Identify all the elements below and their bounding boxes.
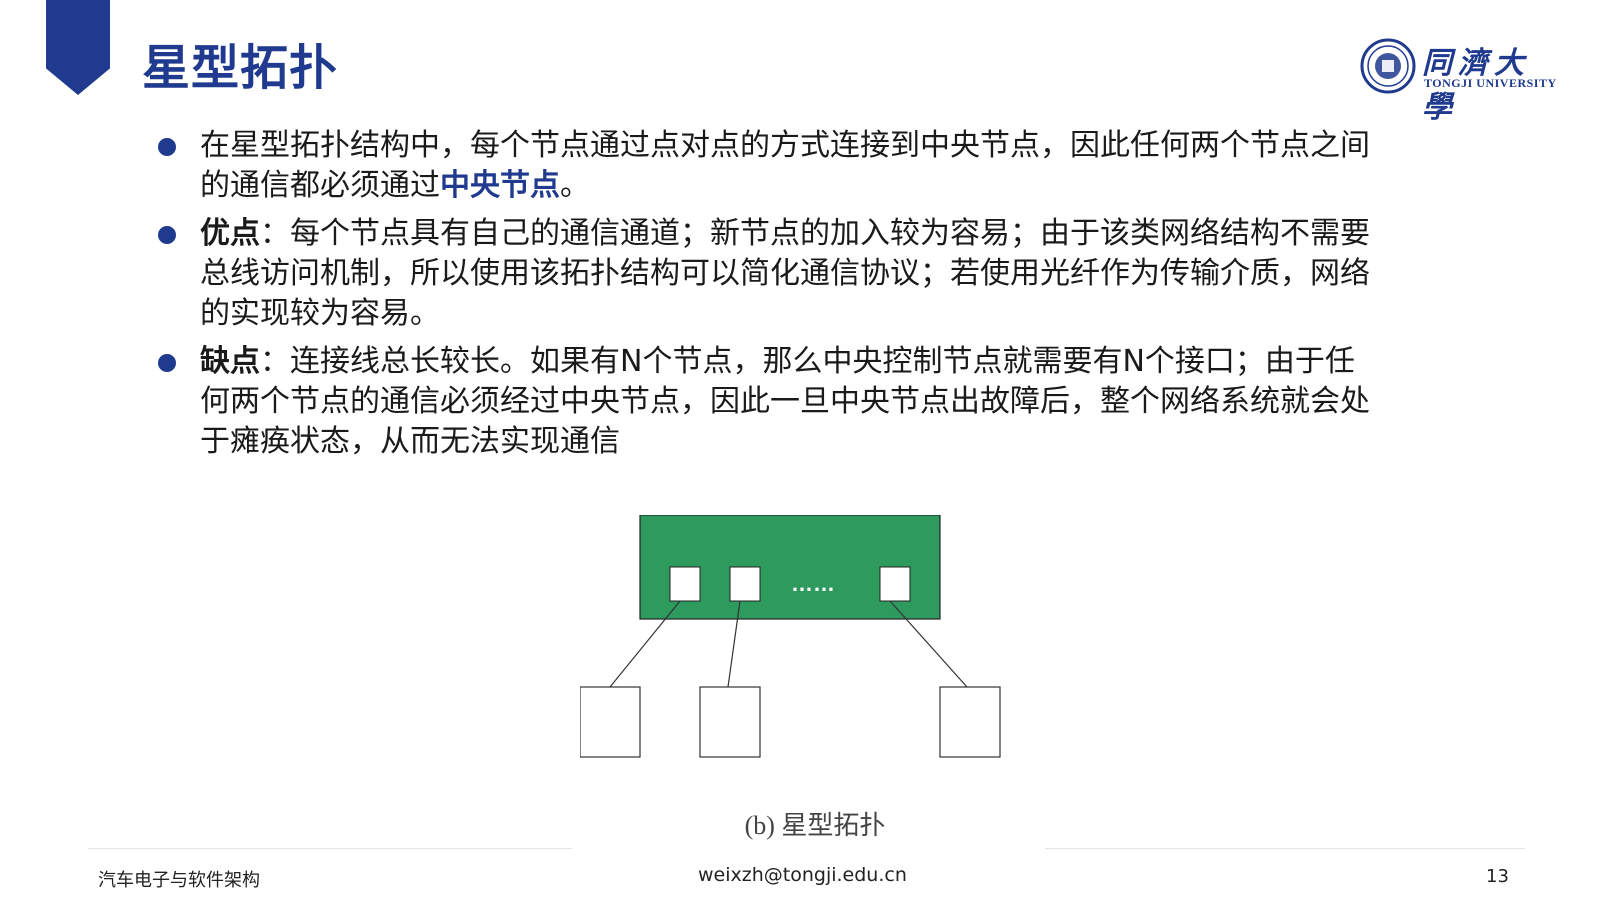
bullet-label: 优点	[200, 216, 260, 251]
bullet-dot-icon	[158, 226, 176, 244]
bullet-list: 在星型拓扑结构中，每个节点通过点对点的方式连接到中央节点，因此任何两个节点之间的…	[158, 126, 1378, 470]
footer-divider	[88, 848, 572, 849]
bullet-item-intro: 在星型拓扑结构中，每个节点通过点对点的方式连接到中央节点，因此任何两个节点之间的…	[158, 126, 1378, 206]
slide-title: 星型拓扑	[142, 40, 339, 96]
bullet-text: ：每个节点具有自己的通信通道；新节点的加入较为容易；由于该类网络结构不需要总线访…	[200, 216, 1370, 331]
hub-port	[879, 566, 911, 602]
bullet-text: ：连接线总长较长。如果有N个节点，那么中央控制节点就需要有N个接口；由于任何两个…	[200, 344, 1370, 459]
logo-name-en: TONGJI UNIVERSITY	[1424, 76, 1557, 90]
bullet-dot-icon	[158, 354, 176, 372]
university-logo: 同濟大學 TONGJI UNIVERSITY	[1360, 38, 1560, 125]
footer-email: weixzh@tongji.edu.cn	[698, 864, 907, 886]
station-node	[699, 686, 761, 758]
page-number: 13	[1486, 866, 1509, 887]
star-topology-diagram: ……	[580, 515, 1001, 758]
footer-divider	[1045, 848, 1525, 849]
bullet-text: 在星型拓扑结构中，每个节点通过点对点的方式连接到中央节点，因此任何两个节点之间的…	[200, 128, 1370, 203]
hub-port	[729, 566, 761, 602]
bullet-item-advantages: 优点：每个节点具有自己的通信通道；新节点的加入较为容易；由于该类网络结构不需要总…	[158, 214, 1378, 334]
hub-port	[669, 566, 701, 602]
bullet-label: 缺点	[200, 344, 260, 379]
hub-ellipsis: ……	[791, 571, 835, 596]
bullet-highlight: 中央节点	[440, 168, 560, 203]
station-node	[939, 686, 1001, 758]
station-node	[580, 686, 641, 758]
bullet-item-disadvantages: 缺点：连接线总长较长。如果有N个节点，那么中央控制节点就需要有N个接口；由于任何…	[158, 342, 1378, 462]
university-seal-icon	[1360, 38, 1416, 94]
bullet-text-end: 。	[560, 168, 590, 203]
diagram-caption: (b) 星型拓扑	[744, 811, 886, 840]
bullet-dot-icon	[158, 138, 176, 156]
footer-course-title: 汽车电子与软件架构	[98, 870, 260, 891]
corner-accent-tab	[46, 0, 110, 95]
